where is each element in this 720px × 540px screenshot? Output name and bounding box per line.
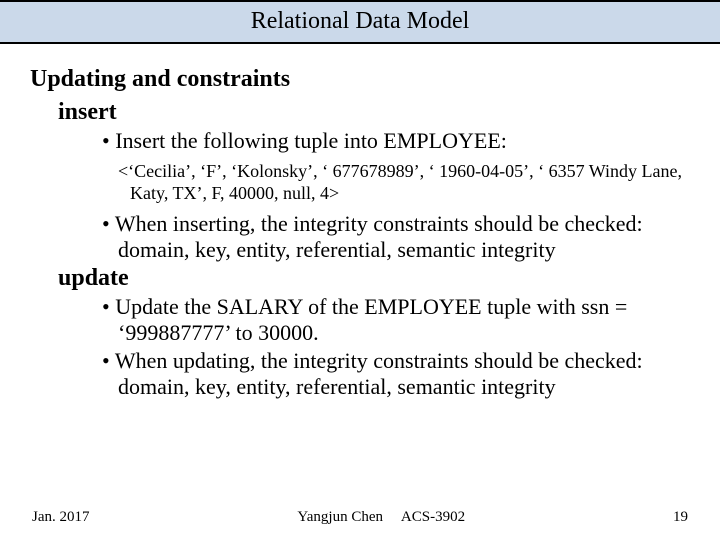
bullet-insert-1: Insert the following tuple into EMPLOYEE… bbox=[102, 128, 690, 154]
subheading-update: update bbox=[58, 265, 690, 292]
heading-main: Updating and constraints bbox=[30, 66, 690, 93]
slide-title: Relational Data Model bbox=[251, 8, 470, 34]
subheading-insert: insert bbox=[58, 99, 690, 126]
footer-date: Jan. 2017 bbox=[32, 509, 90, 526]
slide: Relational Data Model Updating and const… bbox=[0, 0, 720, 540]
footer-center: Yangjun Chen ACS-3902 bbox=[90, 509, 674, 526]
bullet-update-2: When updating, the integrity constraints… bbox=[102, 348, 690, 400]
bullet-insert-2: When inserting, the integrity constraint… bbox=[102, 211, 690, 263]
tuple-text: <‘Cecilia’, ‘F’, ‘Kolonsky’, ‘ 677678989… bbox=[102, 160, 690, 205]
footer: Jan. 2017 Yangjun Chen ACS-3902 19 bbox=[0, 509, 720, 526]
footer-page: 19 bbox=[673, 509, 688, 526]
slide-body: Updating and constraints insert Insert t… bbox=[0, 44, 720, 400]
bullet-update-1: Update the SALARY of the EMPLOYEE tuple … bbox=[102, 294, 690, 346]
title-band: Relational Data Model bbox=[0, 0, 720, 44]
